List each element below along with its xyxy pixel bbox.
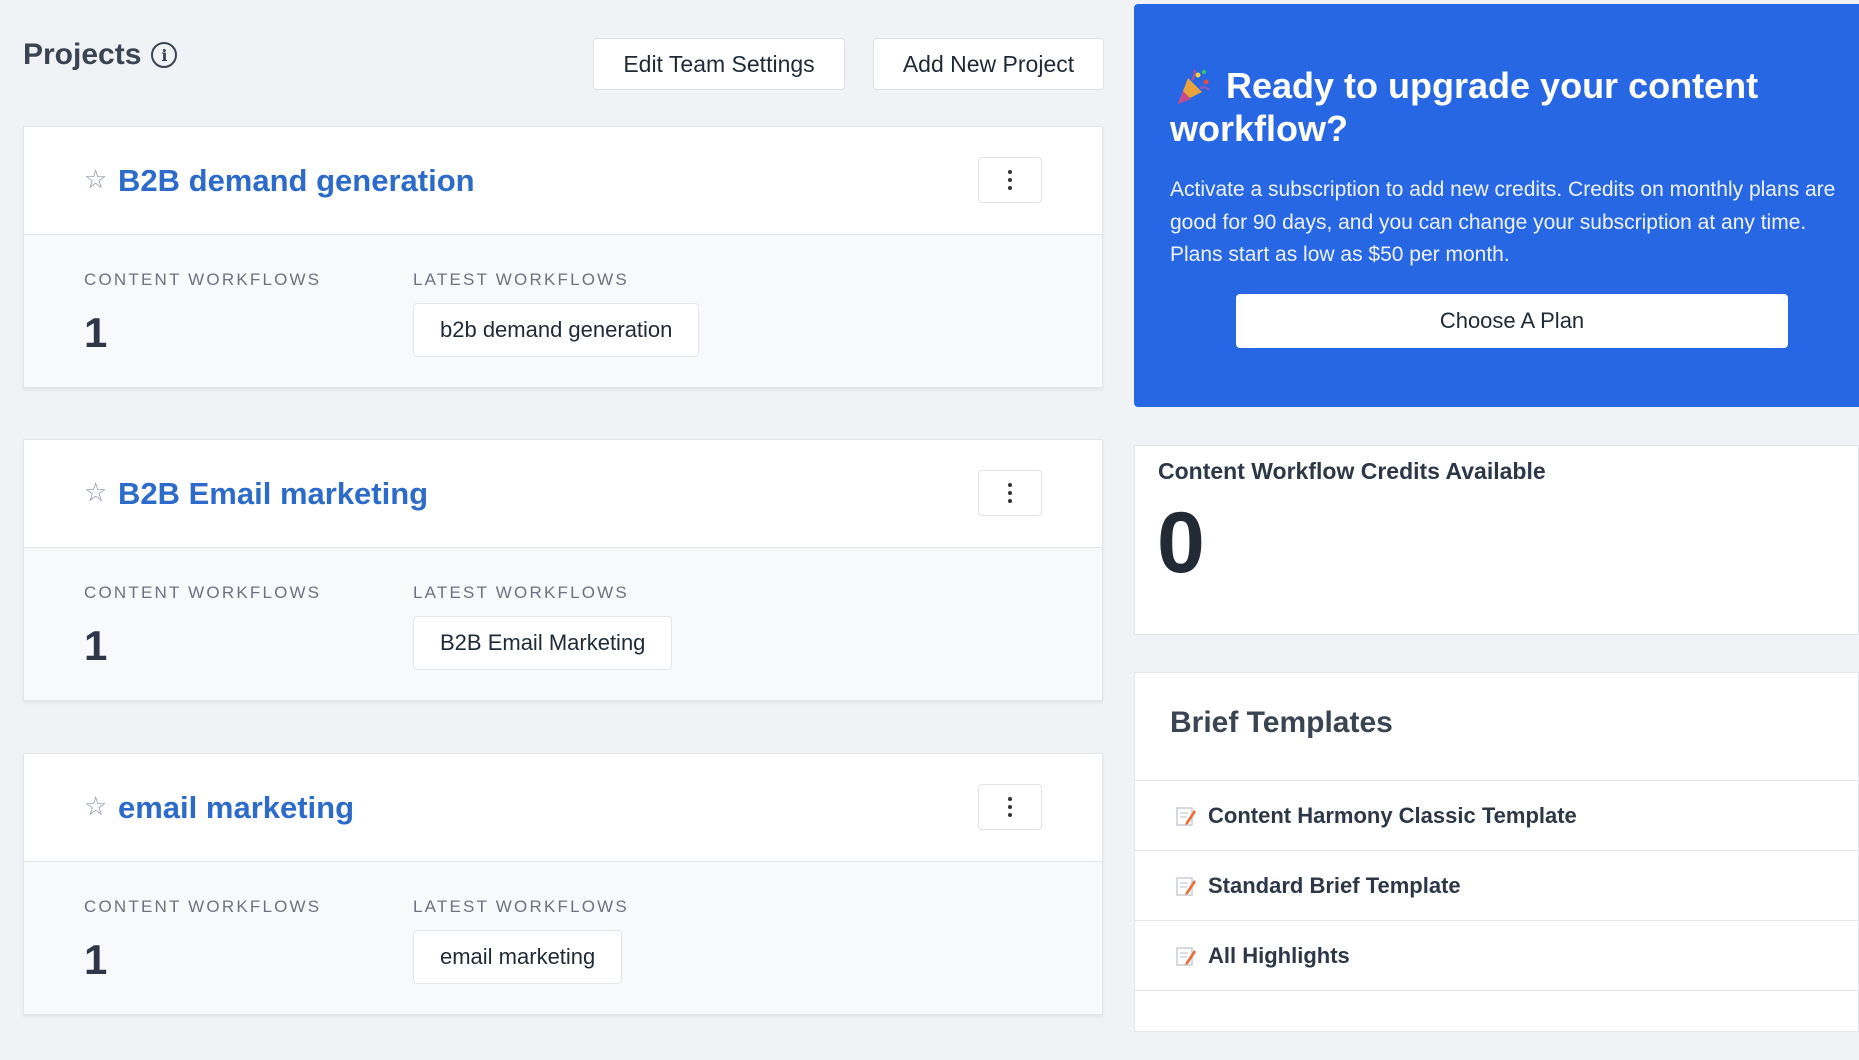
credits-label: Content Workflow Credits Available <box>1158 458 1546 484</box>
project-title-link[interactable]: email marketing <box>118 790 354 826</box>
content-workflows-count: 1 <box>84 309 108 356</box>
project-menu-button[interactable] <box>978 784 1042 830</box>
content-workflows-label: CONTENT WORKFLOWS <box>84 897 322 916</box>
memo-icon <box>1176 876 1196 896</box>
star-icon[interactable]: ☆ <box>84 793 107 819</box>
kebab-dot <box>1008 483 1012 487</box>
upgrade-title: Ready to upgrade your content workflow? <box>1170 65 1759 149</box>
project-card: ☆ B2B Email marketing CONTENT WORKFLOWS … <box>23 439 1103 701</box>
upgrade-panel: Ready to upgrade your content workflow? … <box>1134 4 1859 407</box>
star-icon[interactable]: ☆ <box>84 479 107 505</box>
choose-plan-button[interactable]: Choose A Plan <box>1236 294 1788 348</box>
kebab-dot <box>1008 813 1012 817</box>
credits-panel: Content Workflow Credits Available 0 <box>1134 445 1859 635</box>
memo-icon <box>1176 806 1196 826</box>
page-title: Projects <box>23 38 142 71</box>
template-label: Standard Brief Template <box>1208 872 1461 898</box>
latest-workflow-button[interactable]: B2B Email Marketing <box>413 616 673 670</box>
info-icon[interactable]: i <box>151 42 178 68</box>
project-menu-button[interactable] <box>978 470 1042 516</box>
content-workflows-label: CONTENT WORKFLOWS <box>84 583 322 602</box>
content-workflows-count: 1 <box>84 936 108 983</box>
template-item[interactable]: Standard Brief Template <box>1135 850 1859 920</box>
latest-workflows-label: LATEST WORKFLOWS <box>413 270 629 289</box>
project-card-header: ☆ email marketing <box>24 754 1102 862</box>
brief-templates-panel: Brief Templates Content Harmony Classic … <box>1134 672 1859 1032</box>
kebab-dot <box>1008 797 1012 801</box>
latest-workflow-button[interactable]: b2b demand generation <box>413 303 700 357</box>
kebab-dot <box>1008 170 1012 174</box>
memo-icon <box>1176 946 1196 966</box>
latest-workflows-label: LATEST WORKFLOWS <box>413 897 629 916</box>
template-label: Content Harmony Classic Template <box>1208 802 1577 828</box>
brief-templates-title: Brief Templates <box>1170 706 1393 739</box>
project-menu-button[interactable] <box>978 157 1042 203</box>
kebab-dot <box>1008 178 1012 182</box>
project-card-header: ☆ B2B demand generation <box>24 127 1102 235</box>
kebab-dot <box>1008 499 1012 503</box>
star-icon[interactable]: ☆ <box>84 166 107 192</box>
template-item[interactable]: All Highlights <box>1135 920 1859 990</box>
upgrade-description: Activate a subscription to add new credi… <box>1170 178 1836 266</box>
page-title-group: Projects i <box>23 38 178 72</box>
add-new-project-button[interactable]: Add New Project <box>873 38 1104 90</box>
latest-workflows-label: LATEST WORKFLOWS <box>413 583 629 602</box>
project-card: ☆ email marketing CONTENT WORKFLOWS LATE… <box>23 753 1103 1015</box>
credits-value: 0 <box>1157 495 1205 591</box>
kebab-dot <box>1008 186 1012 190</box>
template-item[interactable]: Content Harmony Classic Template <box>1135 780 1859 850</box>
content-workflows-label: CONTENT WORKFLOWS <box>84 270 322 289</box>
project-title-link[interactable]: B2B demand generation <box>118 163 475 199</box>
template-label: All Highlights <box>1208 942 1350 968</box>
latest-workflow-button[interactable]: email marketing <box>413 930 623 984</box>
template-divider <box>1135 990 1859 1060</box>
content-workflows-count: 1 <box>84 622 108 669</box>
project-card: ☆ B2B demand generation CONTENT WORKFLOW… <box>23 126 1103 388</box>
kebab-dot <box>1008 491 1012 495</box>
edit-team-settings-button[interactable]: Edit Team Settings <box>593 38 845 90</box>
project-title-link[interactable]: B2B Email marketing <box>118 476 428 512</box>
project-card-header: ☆ B2B Email marketing <box>24 440 1102 548</box>
kebab-dot <box>1008 805 1012 809</box>
